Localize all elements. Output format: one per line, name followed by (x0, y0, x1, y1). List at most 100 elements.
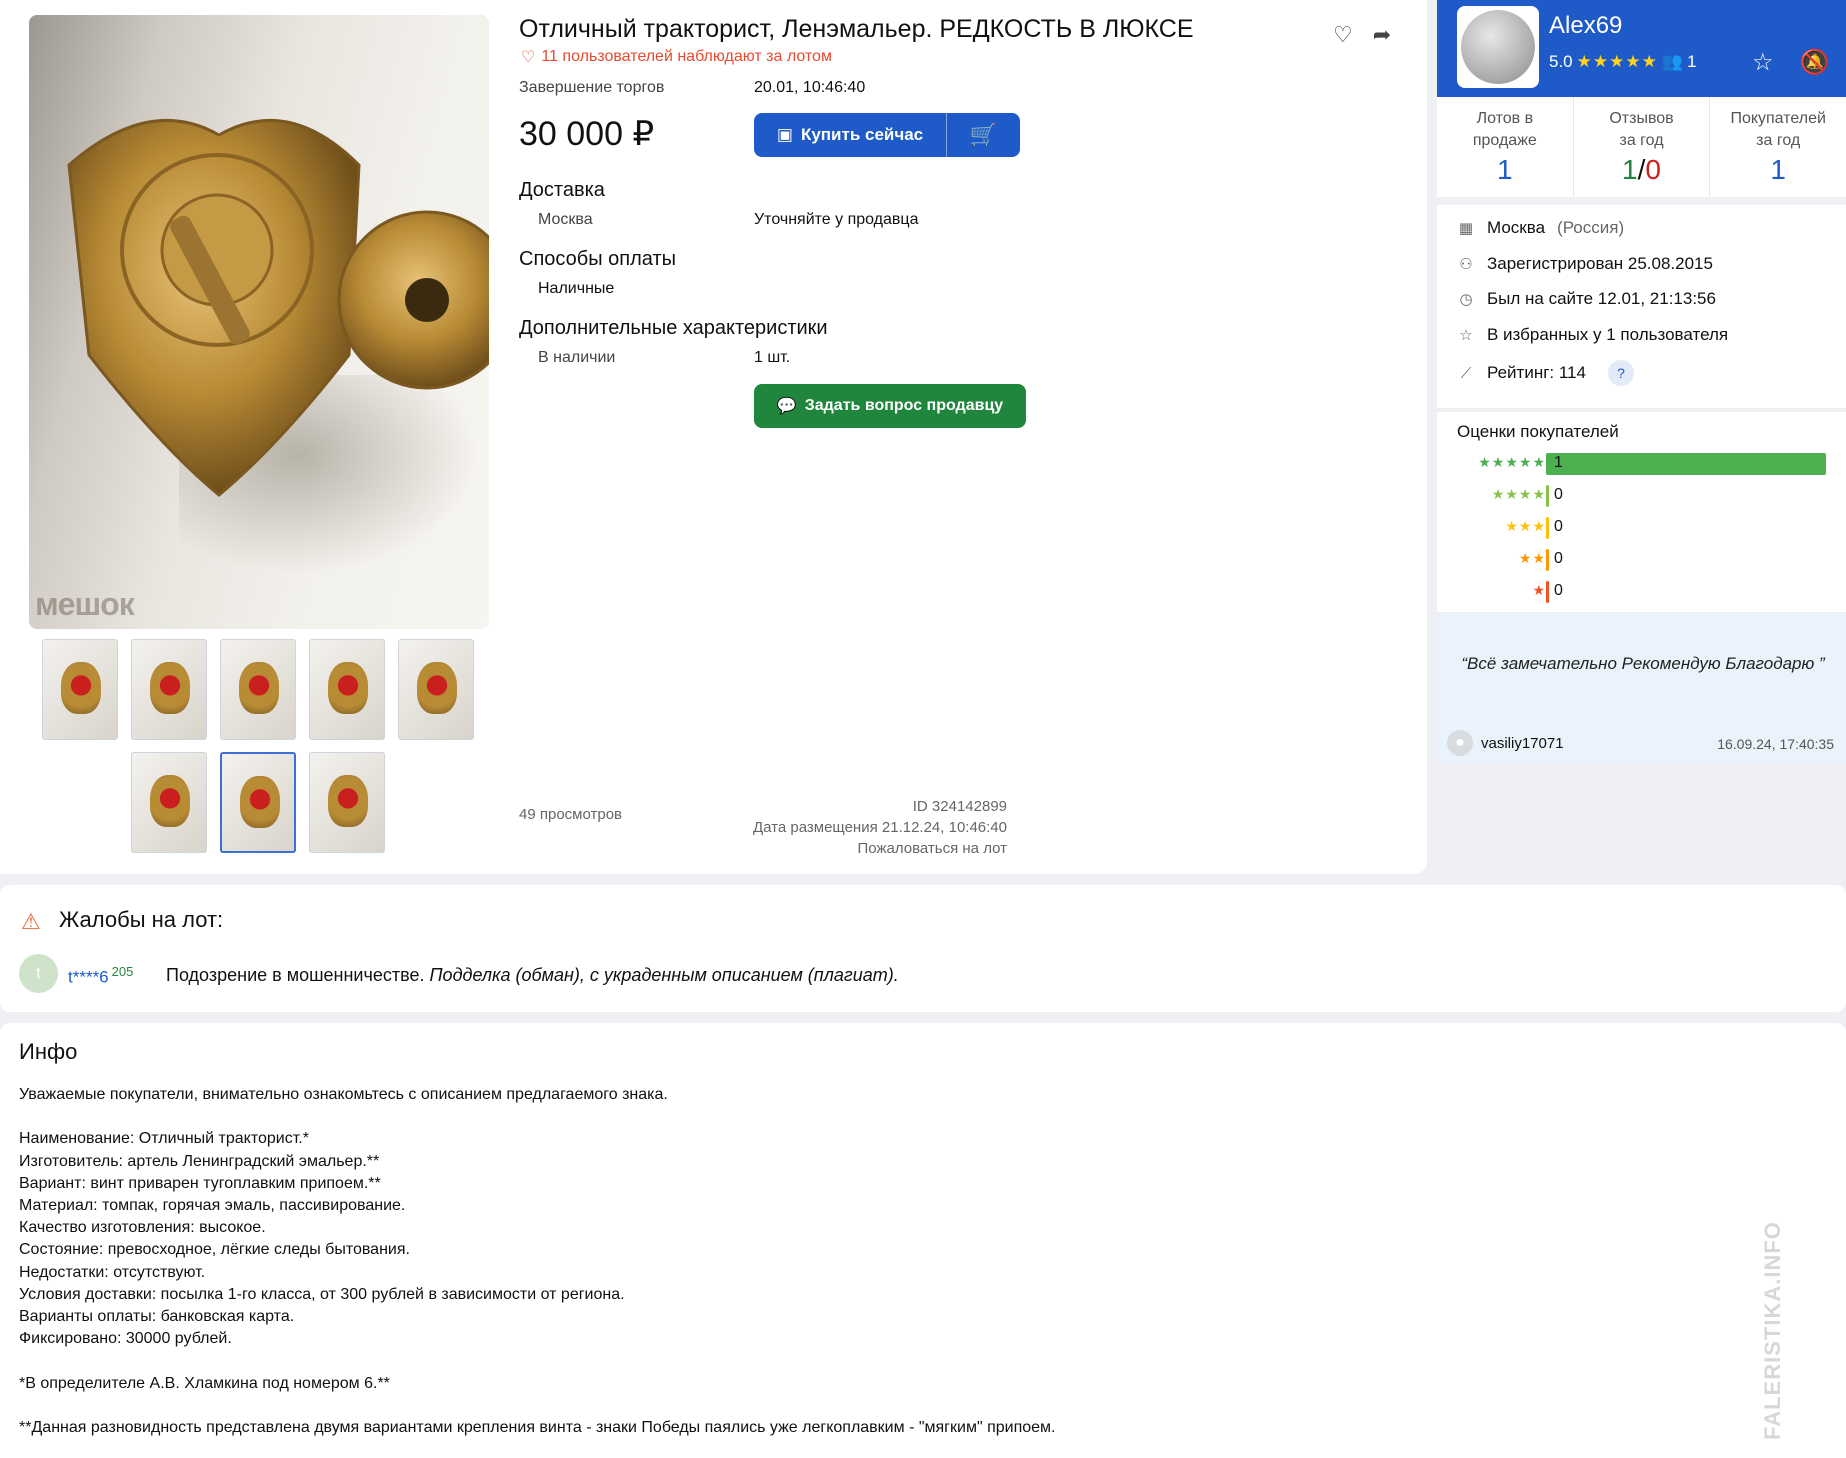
info-description: Уважаемые покупатели, внимательно ознако… (19, 1084, 1055, 1439)
info-line: Недостатки: отсутствуют. (19, 1263, 206, 1281)
rating-bar (1546, 453, 1826, 475)
photo-watermark: мешок (35, 586, 135, 622)
seller-rating: 5.0 ★★★★★ 👥 1 (1549, 52, 1697, 71)
info-card: Инфо Уважаемые покупатели, внимательно о… (0, 1023, 1846, 1458)
cart-plus-icon: 🛒 (969, 122, 998, 147)
end-value: 20.01, 10:46:40 (754, 79, 866, 96)
heart-icon: ♡ (521, 49, 536, 66)
seller-city: ▦ Москва (Россия) (1458, 218, 1625, 237)
stat-buyers[interactable]: Покупателей за год 1 (1710, 97, 1846, 197)
extra-title: Дополнительные характеристики (519, 317, 828, 339)
briefcase-icon: ▣ (776, 125, 793, 144)
buyer-ratings: Оценки покупателей ★★★★★ 1 ★★★★ 0 ★★★ 0 … (1437, 412, 1846, 612)
seller-info: ▦ Москва (Россия) ⚇ Зарегистрирован 25.0… (1437, 205, 1846, 408)
info-line (19, 1106, 1055, 1128)
review-date: 16.09.24, 17:40:35 (1717, 736, 1834, 752)
buy-now-button[interactable]: ▣ Купить сейчас (754, 113, 946, 157)
rating-row: ★★ 0 (1437, 548, 1846, 572)
seller-stats: Лотов в продаже 1 Отзывов за год 1/0 Пок… (1437, 97, 1846, 197)
views-count: 49 просмотров (519, 806, 623, 823)
lot-title: Отличный тракторист, Ленэмальер. РЕДКОСТ… (519, 15, 1194, 43)
rating-bar (1546, 581, 1549, 603)
lot-meta: ID 324142899 Дата размещения 21.12.24, 1… (753, 796, 1007, 859)
thumbnail[interactable] (309, 752, 385, 853)
rating-row: ★★★ 0 (1437, 516, 1846, 540)
favorite-heart-icon[interactable]: ♡ (1333, 22, 1353, 48)
payment-value: Наличные (538, 280, 615, 297)
end-label: Завершение торгов (519, 79, 665, 96)
buy-group: ▣ Купить сейчас 🛒 (754, 113, 1020, 157)
seller-favorites: ☆ В избранных у 1 пользователя (1457, 325, 1728, 345)
thumbnail-active[interactable] (220, 752, 296, 853)
seller-score: ⟋ Рейтинг: 114 ? (1457, 360, 1634, 386)
complaint-text: Подозрение в мошенничестве. Подделка (об… (166, 965, 899, 985)
rating-row: ★★★★ 0 (1437, 484, 1846, 508)
followers-icon: 👥 (1661, 52, 1684, 71)
info-line: Фиксировано: 30000 рублей. (19, 1330, 232, 1348)
info-line: Наименование: Отличный тракторист.* (19, 1130, 309, 1148)
info-line: *В определителе А.В. Хламкина под номеро… (19, 1374, 390, 1392)
rating-row: ★ 0 (1437, 580, 1846, 604)
thumbnail[interactable] (398, 639, 474, 740)
side-watermark: FALERISTIKA.INFO (1760, 1221, 1785, 1440)
building-icon: ▦ (1458, 220, 1474, 237)
info-line: Вариант: винт приварен тугоплавким припо… (19, 1174, 381, 1192)
thumbnail[interactable] (42, 639, 118, 740)
rating-row: ★★★★★ 1 (1437, 452, 1846, 476)
star-outline-icon: ☆ (1459, 327, 1473, 344)
info-line (19, 1395, 1055, 1417)
chat-icon: 💬 (776, 398, 797, 415)
stat-lots[interactable]: Лотов в продаже 1 (1437, 97, 1574, 197)
ratings-title: Оценки покупателей (1457, 422, 1619, 441)
info-title: Инфо (19, 1039, 78, 1064)
delivery-city: Москва (538, 211, 593, 228)
rating-bar (1546, 549, 1549, 571)
rating-stars: ★★★★★ (1576, 52, 1658, 71)
seller-registered: ⚇ Зарегистрирован 25.08.2015 (1457, 254, 1713, 274)
price: 30 000 ₽ (519, 115, 655, 153)
payment-title: Способы оплаты (519, 248, 676, 270)
info-line: Варианты оплаты: банковская карта. (19, 1308, 295, 1326)
complainant-avatar[interactable]: t (19, 954, 58, 993)
help-icon[interactable]: ? (1607, 360, 1634, 386)
thumbnail[interactable] (220, 639, 296, 740)
reviewer-avatar-icon: ● (1447, 730, 1473, 756)
star-icon[interactable]: ☆ (1752, 48, 1774, 77)
thumbnail[interactable] (131, 752, 207, 853)
lot-actions: ♡ ➦ (1333, 22, 1391, 48)
info-line: **Данная разновидность представлена двум… (19, 1419, 1056, 1437)
info-line: Качество изготовления: высокое. (19, 1219, 266, 1237)
reviewer-name[interactable]: vasiliy17071 (1481, 735, 1564, 752)
lot-id: ID 324142899 (912, 798, 1007, 815)
delivery-value: Уточняйте у продавца (754, 211, 919, 228)
seller-avatar[interactable] (1457, 6, 1539, 88)
report-link[interactable]: Пожаловаться на лот (753, 838, 1007, 859)
seller-name[interactable]: Alex69 (1549, 12, 1622, 40)
info-line: Состояние: превосходное, лёгкие следы бы… (19, 1241, 410, 1259)
delivery-title: Доставка (519, 179, 605, 201)
stat-reviews[interactable]: Отзывов за год 1/0 (1574, 97, 1711, 197)
seller-last-seen: ◷ Был на сайте 12.01, 21:13:56 (1457, 289, 1716, 309)
info-line: Изготовитель: артель Ленинградский эмаль… (19, 1152, 380, 1170)
share-arrow-icon[interactable]: ➦ (1373, 22, 1391, 48)
info-line: Материал: томпак, горячая эмаль, пассиви… (19, 1197, 406, 1215)
thumbnail[interactable] (309, 639, 385, 740)
latest-review: “Всё замечательно Рекомендую Благодарю ”… (1437, 614, 1846, 764)
badge-illustration (67, 118, 489, 497)
complainant-name[interactable]: t****6 205 (68, 964, 133, 988)
warning-icon: ⚠ (21, 909, 41, 934)
rating-bar (1546, 517, 1549, 539)
user-icon: ⚇ (1459, 256, 1473, 273)
ask-seller-button[interactable]: 💬 Задать вопрос продавцу (754, 384, 1026, 428)
lot-card: мешок Отличный тракторист, Ленэмальер. Р… (0, 0, 1427, 874)
bell-off-icon[interactable]: 🔕 (1800, 48, 1830, 77)
lot-posted: Дата размещения 21.12.24, 10:46:40 (752, 819, 1007, 836)
complaints-card: ⚠ Жалобы на лот: t t****6 205 Подозрение … (0, 885, 1846, 1012)
rating-bar (1546, 485, 1549, 507)
watchers-count: ♡ 11 пользователей наблюдают за лотом (521, 48, 832, 66)
thumbnail[interactable] (131, 639, 207, 740)
stock-label: В наличии (538, 349, 616, 366)
main-photo[interactable]: мешок (29, 15, 489, 629)
review-text: “Всё замечательно Рекомендую Благодарю ” (1461, 654, 1825, 673)
add-to-cart-button[interactable]: 🛒 (946, 113, 1020, 157)
